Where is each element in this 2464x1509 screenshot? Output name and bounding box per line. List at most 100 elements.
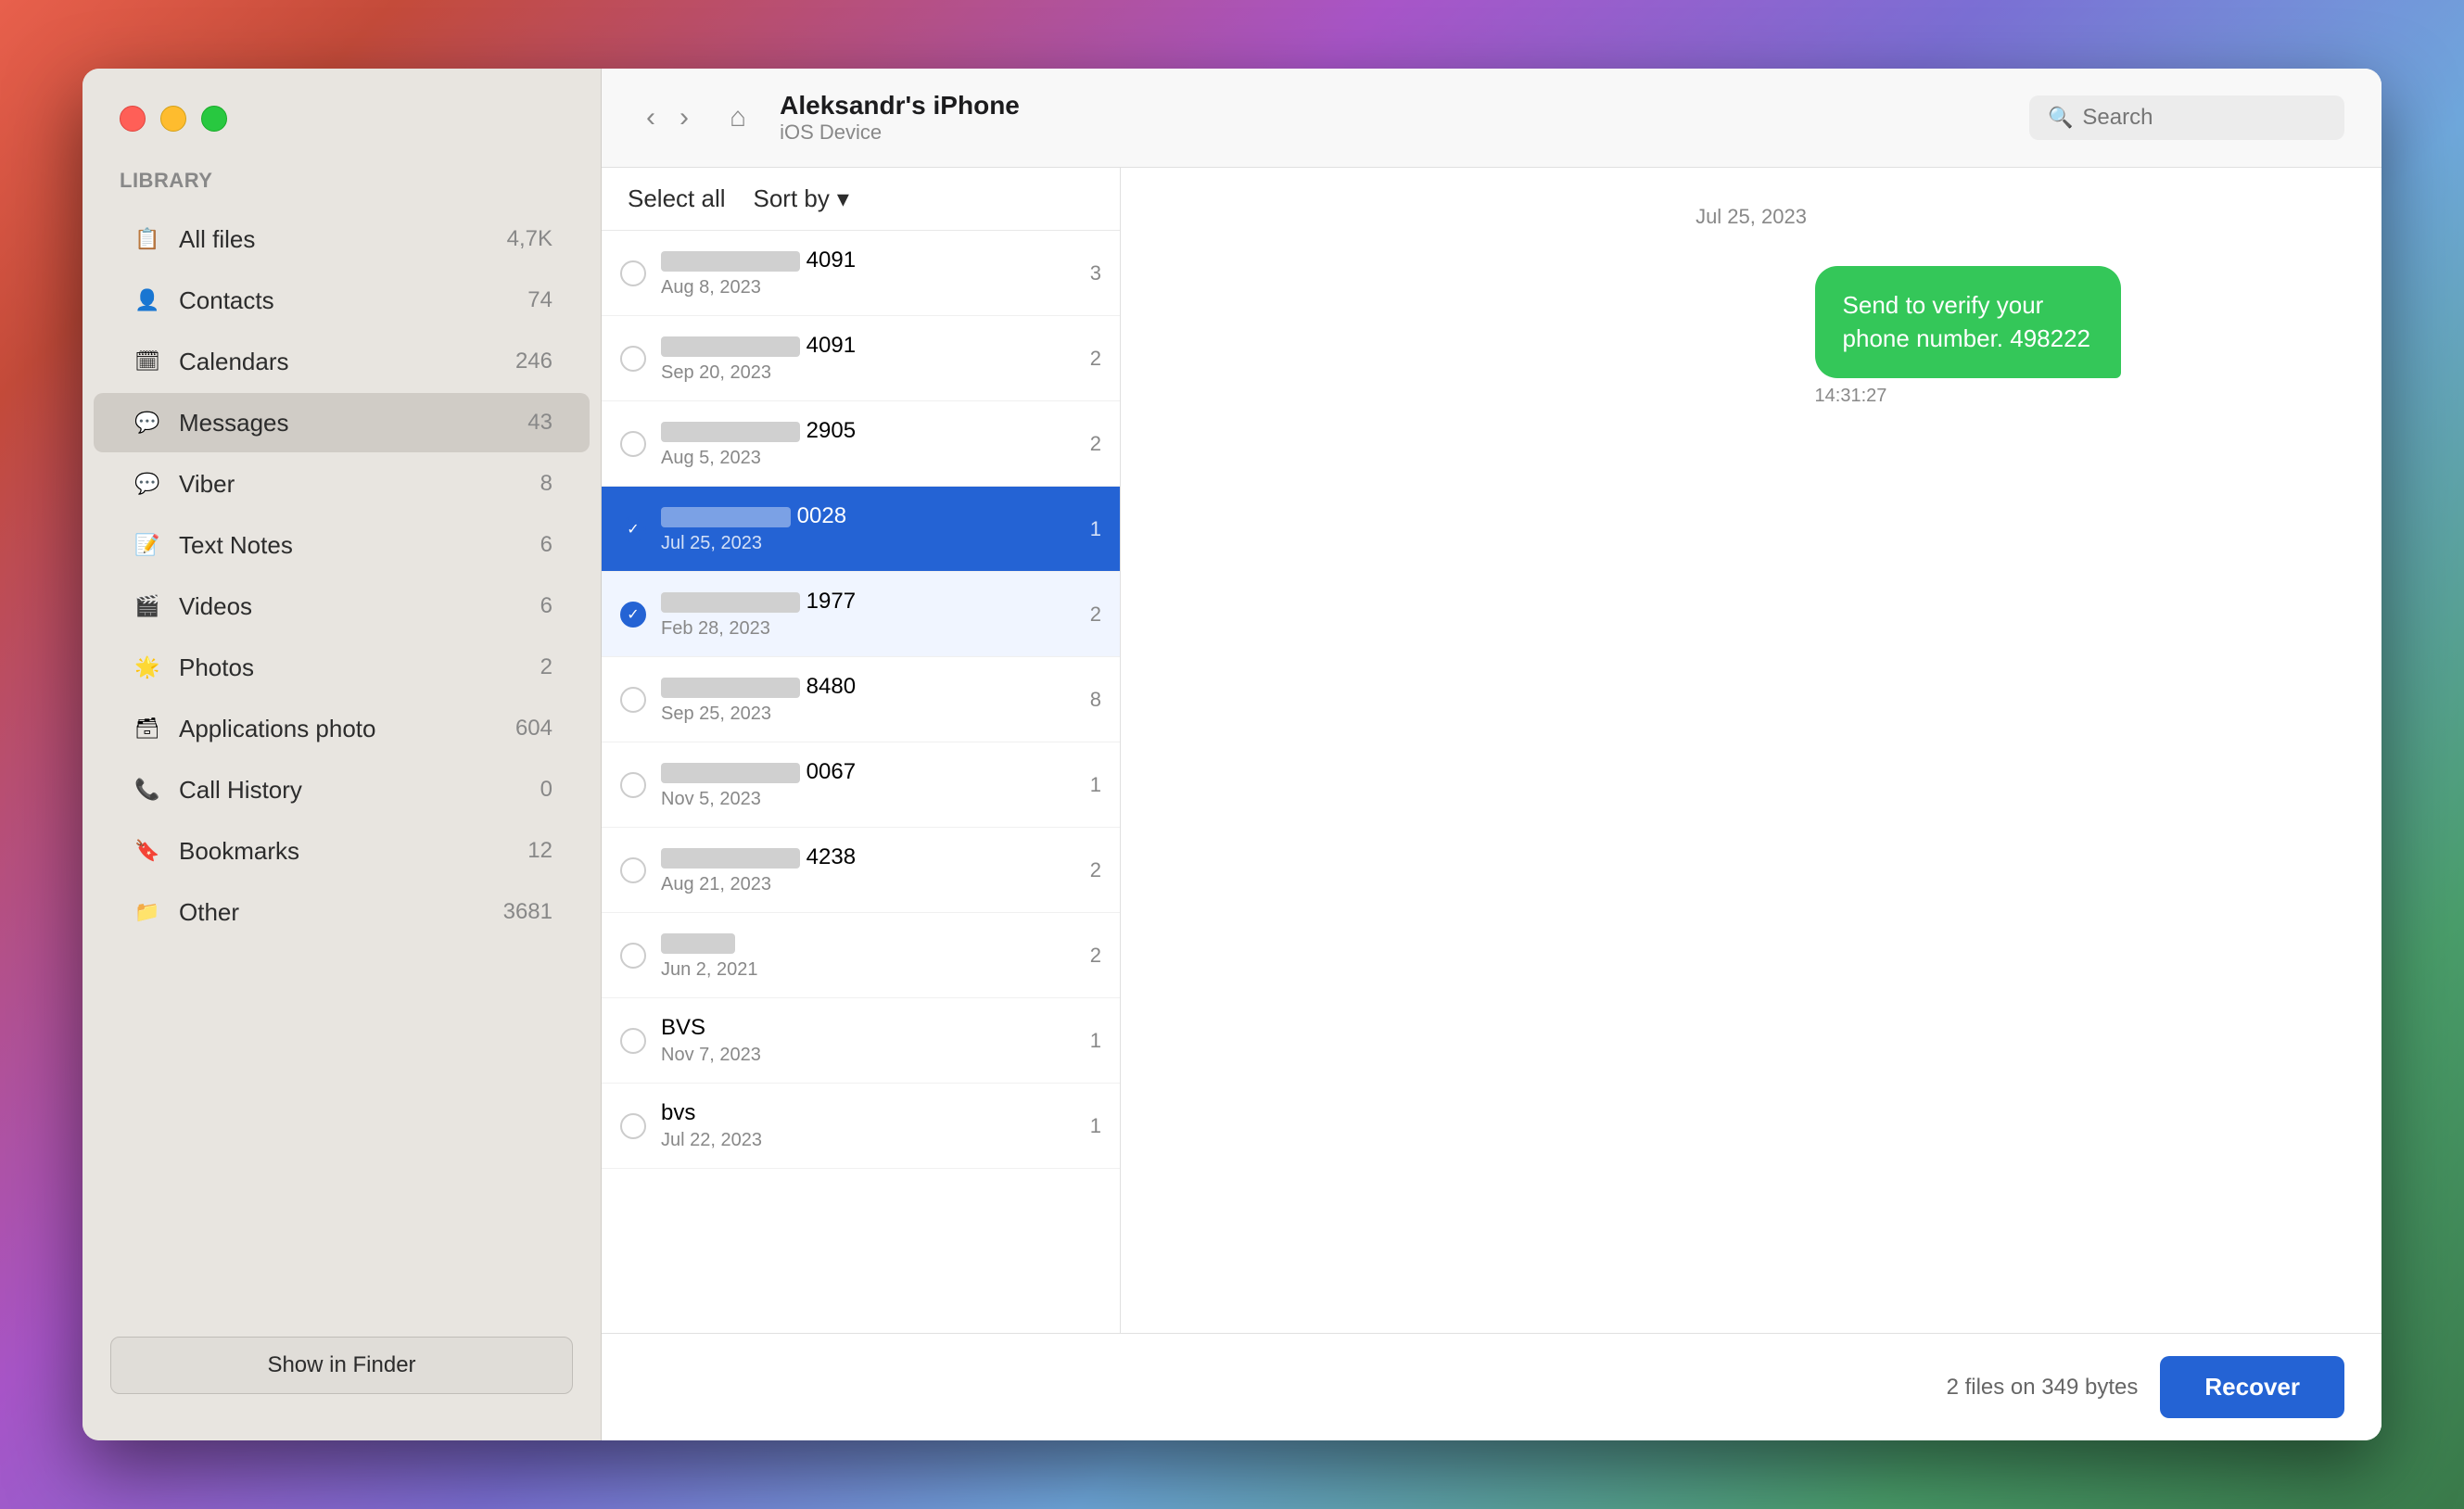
photos-icon: 🌟 [131, 651, 164, 684]
main-layout: Library 📋 All files 4,7K 👤 Contacts 74 🗓… [83, 69, 2381, 1440]
checkbox-msg10[interactable] [620, 1028, 646, 1054]
message-item-info-msg11: bvs Jul 22, 2023 [661, 1100, 1075, 1151]
message-count-msg6: 8 [1090, 688, 1101, 712]
call-history-icon: 📞 [131, 773, 164, 806]
sidebar: Library 📋 All files 4,7K 👤 Contacts 74 🗓… [83, 69, 602, 1440]
checkbox-msg6[interactable] [620, 687, 646, 713]
checkbox-msg1[interactable] [620, 260, 646, 286]
sidebar-item-text-notes[interactable]: 📝 Text Notes 6 [94, 515, 590, 575]
sidebar-item-count-photos: 2 [540, 654, 552, 680]
list-toolbar: Select all Sort by ▾ [602, 168, 1120, 231]
sidebar-item-count-messages: 43 [527, 410, 552, 436]
checkbox-msg5[interactable]: ✓ [620, 602, 646, 628]
message-date-msg8: Aug 21, 2023 [661, 874, 1075, 895]
sidebar-item-messages[interactable]: 💬 Messages 43 [94, 393, 590, 452]
checkbox-msg3[interactable] [620, 431, 646, 457]
message-name-msg1: 4091 [661, 247, 1075, 273]
message-count-msg11: 1 [1090, 1114, 1101, 1138]
videos-icon: 🎬 [131, 590, 164, 623]
back-button[interactable]: ‹ [639, 98, 663, 137]
search-input[interactable] [2082, 105, 2326, 131]
sidebar-item-viber[interactable]: 💬 Viber 8 [94, 454, 590, 514]
close-button[interactable] [120, 106, 146, 132]
message-date-msg6: Sep 25, 2023 [661, 704, 1075, 725]
message-bubble-container: Send to verify your phone number. 498222… [1815, 266, 2326, 407]
sidebar-item-photos[interactable]: 🌟 Photos 2 [94, 638, 590, 697]
sidebar-item-other[interactable]: 📁 Other 3681 [94, 882, 590, 942]
sidebar-item-videos[interactable]: 🎬 Videos 6 [94, 577, 590, 636]
sidebar-item-name-contacts: Contacts [179, 286, 513, 315]
message-count-msg7: 1 [1090, 773, 1101, 797]
checkbox-msg8[interactable] [620, 857, 646, 883]
show-in-finder-button[interactable]: Show in Finder [110, 1337, 573, 1394]
sidebar-item-name-text-notes: Text Notes [179, 531, 526, 560]
sidebar-item-name-bookmarks: Bookmarks [179, 837, 513, 866]
message-date-msg4: Jul 25, 2023 [661, 533, 1075, 554]
list-item[interactable]: 4091 Aug 8, 2023 3 [602, 231, 1120, 316]
sort-by-button[interactable]: Sort by ▾ [754, 184, 849, 213]
checkbox-msg4[interactable]: ✓ [620, 516, 646, 542]
checkbox-msg11[interactable] [620, 1113, 646, 1139]
sidebar-item-name-applications-photo: Applications photo [179, 715, 501, 743]
app-window: Library 📋 All files 4,7K 👤 Contacts 74 🗓… [83, 69, 2381, 1440]
message-date-msg9: Jun 2, 2021 [661, 959, 1075, 981]
sidebar-item-contacts[interactable]: 👤 Contacts 74 [94, 271, 590, 330]
device-type: iOS Device [780, 120, 2011, 145]
message-name-msg9 [661, 930, 1075, 956]
recover-button[interactable]: Recover [2160, 1356, 2344, 1418]
sidebar-item-name-viber: Viber [179, 470, 526, 499]
select-all-button[interactable]: Select all [628, 184, 726, 213]
list-item[interactable]: Jun 2, 2021 2 [602, 913, 1120, 998]
sidebar-item-count-other: 3681 [503, 899, 552, 925]
list-item[interactable]: 2905 Aug 5, 2023 2 [602, 401, 1120, 487]
message-count-msg5: 2 [1090, 602, 1101, 627]
list-item[interactable]: BVS Nov 7, 2023 1 [602, 998, 1120, 1084]
message-bubbles: Send to verify your phone number. 498222… [1121, 247, 2381, 1333]
list-item[interactable]: 4238 Aug 21, 2023 2 [602, 828, 1120, 913]
device-info: Aleksandr's iPhone iOS Device [780, 91, 2011, 145]
message-name-msg4: 0028 [661, 503, 1075, 529]
forward-button[interactable]: › [672, 98, 696, 137]
message-count-msg10: 1 [1090, 1029, 1101, 1053]
sidebar-item-call-history[interactable]: 📞 Call History 0 [94, 760, 590, 819]
sidebar-item-name-videos: Videos [179, 592, 526, 621]
message-item-info-msg2: 4091 Sep 20, 2023 [661, 333, 1075, 384]
message-name-msg2: 4091 [661, 333, 1075, 359]
search-bar[interactable]: 🔍 [2029, 95, 2344, 140]
viber-icon: 💬 [131, 467, 164, 501]
minimize-button[interactable] [160, 106, 186, 132]
message-date-msg11: Jul 22, 2023 [661, 1130, 1075, 1151]
message-item-info-msg5: 1977 Feb 28, 2023 [661, 589, 1075, 640]
sidebar-item-count-text-notes: 6 [540, 532, 552, 558]
sidebar-item-bookmarks[interactable]: 🔖 Bookmarks 12 [94, 821, 590, 881]
sidebar-item-count-contacts: 74 [527, 287, 552, 313]
list-item[interactable]: 8480 Sep 25, 2023 8 [602, 657, 1120, 742]
sidebar-item-calendars[interactable]: 🗓 Calendars 246 [94, 332, 590, 391]
home-icon[interactable]: ⌂ [730, 102, 746, 133]
list-item[interactable]: 4091 Sep 20, 2023 2 [602, 316, 1120, 401]
applications-photo-icon: 🗃 [131, 712, 164, 745]
content-area: ‹ › ⌂ Aleksandr's iPhone iOS Device 🔍 [602, 69, 2381, 1440]
sidebar-item-all-files[interactable]: 📋 All files 4,7K [94, 209, 590, 269]
list-item[interactable]: ✓ 0028 Jul 25, 2023 1 [602, 487, 1120, 572]
sidebar-item-name-messages: Messages [179, 409, 513, 437]
message-item-info-msg10: BVS Nov 7, 2023 [661, 1015, 1075, 1066]
sidebar-item-name-other: Other [179, 898, 489, 927]
list-item[interactable]: bvs Jul 22, 2023 1 [602, 1084, 1120, 1169]
message-date-msg1: Aug 8, 2023 [661, 277, 1075, 298]
message-item-info-msg4: 0028 Jul 25, 2023 [661, 503, 1075, 554]
maximize-button[interactable] [201, 106, 227, 132]
bookmarks-icon: 🔖 [131, 834, 164, 868]
all-files-icon: 📋 [131, 222, 164, 256]
list-item[interactable]: ✓ 1977 Feb 28, 2023 2 [602, 572, 1120, 657]
search-icon: 🔍 [2048, 106, 2073, 130]
library-label: Library [83, 169, 601, 208]
checkbox-msg7[interactable] [620, 772, 646, 798]
sidebar-item-applications-photo[interactable]: 🗃 Applications photo 604 [94, 699, 590, 758]
list-item[interactable]: 0067 Nov 5, 2023 1 [602, 742, 1120, 828]
checkbox-msg9[interactable] [620, 943, 646, 969]
split-content: Select all Sort by ▾ 4091 Aug 8, 2023 3 … [602, 168, 2381, 1333]
message-item-info-msg8: 4238 Aug 21, 2023 [661, 844, 1075, 895]
sidebar-item-count-viber: 8 [540, 471, 552, 497]
checkbox-msg2[interactable] [620, 346, 646, 372]
